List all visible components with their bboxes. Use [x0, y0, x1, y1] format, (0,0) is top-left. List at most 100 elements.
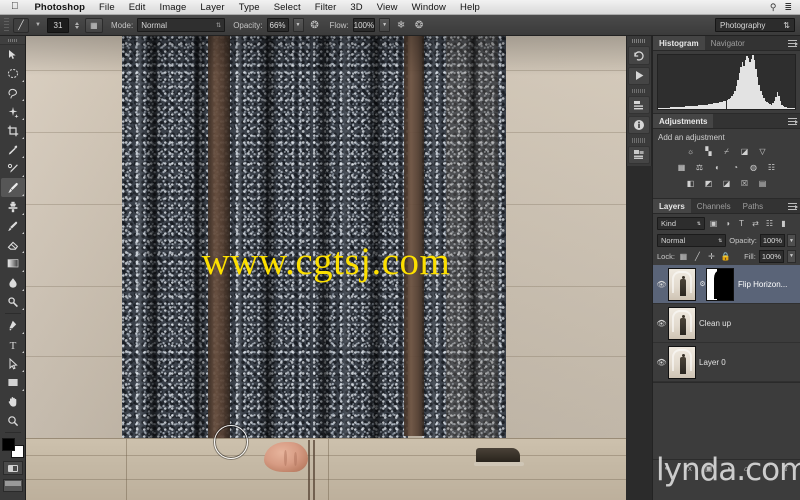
new-layer-icon[interactable]: ⤢	[763, 463, 769, 473]
brightness-contrast-adjustment-icon[interactable]: ☼	[683, 145, 698, 158]
menu-item-edit[interactable]: Edit	[122, 2, 153, 13]
color-swatches[interactable]	[1, 438, 24, 458]
filter-adjustment-icon[interactable]: ◑	[722, 217, 733, 230]
spot-healing-brush-tool[interactable]	[1, 159, 25, 178]
histogram-panel-menu-icon[interactable]	[788, 40, 798, 48]
clone-source-panel-icon[interactable]	[628, 145, 650, 164]
layer-fill-chevron-down-icon[interactable]: ▼	[787, 249, 796, 263]
curves-adjustment-icon[interactable]: ⌿	[719, 145, 734, 158]
eyedropper-tool[interactable]	[1, 140, 25, 159]
tab-paths[interactable]: Paths	[736, 199, 770, 213]
path-selection-tool[interactable]	[1, 354, 25, 373]
layer-thumbnail[interactable]	[668, 345, 696, 379]
layer-visibility-icon[interactable]: 👁	[655, 319, 668, 328]
filter-pixel-icon[interactable]: ▣	[708, 217, 719, 230]
brush-panel-icon[interactable]: ▦	[84, 17, 103, 33]
menu-item-type[interactable]: Type	[232, 2, 267, 13]
menu-item-window[interactable]: Window	[405, 2, 453, 13]
layer-name[interactable]: Clean up	[699, 319, 731, 328]
options-bar-grip[interactable]	[4, 17, 9, 33]
tab-navigator[interactable]: Navigator	[704, 36, 751, 50]
tab-histogram[interactable]: Histogram	[653, 36, 705, 50]
threshold-adjustment-icon[interactable]: ◪	[719, 177, 734, 190]
move-tool[interactable]	[1, 45, 25, 64]
gradient-map-adjustment-icon[interactable]: ▤	[755, 177, 770, 190]
search-icon[interactable]: ⚲	[770, 2, 785, 13]
flow-input[interactable]: 100%	[352, 18, 376, 32]
rectangle-tool[interactable]	[1, 373, 25, 392]
color-lookup-adjustment-icon[interactable]: ☷	[764, 161, 779, 174]
layer-mask-thumbnail[interactable]	[706, 267, 734, 301]
filter-shape-icon[interactable]: ⇄	[750, 217, 761, 230]
opacity-input[interactable]: 66%	[266, 18, 289, 32]
menu-item-layer[interactable]: Layer	[193, 2, 231, 13]
workspace-select[interactable]: Photography ⇅	[715, 18, 795, 32]
layer-visibility-icon[interactable]: 👁	[655, 280, 668, 289]
screen-mode-toggle[interactable]	[2, 479, 23, 492]
history-brush-tool[interactable]	[1, 216, 25, 235]
filter-smart-object-icon[interactable]: ☷	[764, 217, 775, 230]
brush-size-stepper[interactable]	[73, 21, 81, 29]
layer-name[interactable]: Flip Horizon...	[738, 280, 787, 289]
filter-toggle-icon[interactable]: ▮	[778, 217, 789, 230]
brush-icon[interactable]: ╱	[13, 17, 29, 33]
layer-kind-filter-select[interactable]: Kind ⇅	[657, 217, 705, 230]
toolbar-grip[interactable]	[0, 36, 25, 45]
table-row[interactable]: 👁 Layer 0	[653, 343, 800, 382]
hand-tool[interactable]	[1, 392, 25, 411]
menu-item-photoshop[interactable]: Photoshop	[28, 2, 93, 13]
delete-layer-icon[interactable]: ⇧	[783, 464, 790, 473]
color-balance-adjustment-icon[interactable]: ⚖	[692, 161, 707, 174]
zoom-tool[interactable]	[1, 411, 25, 430]
eraser-tool[interactable]	[1, 235, 25, 254]
layer-mask-link-icon[interactable]: ⚙	[699, 280, 706, 288]
brush-size-input[interactable]: 31	[46, 17, 69, 33]
menu-item-image[interactable]: Image	[153, 2, 194, 13]
layer-fill-input[interactable]: 100%	[758, 249, 784, 263]
channel-mixer-adjustment-icon[interactable]: ◍	[746, 161, 761, 174]
new-group-icon[interactable]: ▱	[744, 464, 750, 473]
menu-item-3d[interactable]: 3D	[343, 2, 369, 13]
tab-layers[interactable]: Layers	[653, 199, 691, 213]
history-panel-icon[interactable]	[628, 46, 650, 65]
levels-adjustment-icon[interactable]: ▚	[701, 145, 716, 158]
quick-selection-tool[interactable]	[1, 102, 25, 121]
layer-thumbnail[interactable]	[668, 306, 696, 340]
layers-panel-menu-icon[interactable]	[788, 203, 798, 211]
pressure-opacity-icon[interactable]: ❂	[308, 18, 322, 32]
black-white-adjustment-icon[interactable]: ◐	[710, 161, 725, 174]
blend-mode-select[interactable]: Normal ⇅	[137, 18, 226, 32]
add-layer-mask-icon[interactable]: ▣	[705, 464, 713, 473]
invert-adjustment-icon[interactable]: ◧	[683, 177, 698, 190]
marquee-tool[interactable]	[1, 64, 25, 83]
new-fill-adjustment-icon[interactable]: ◑	[726, 464, 731, 473]
lock-transparency-icon[interactable]: ▦	[678, 250, 689, 263]
menu-item-help[interactable]: Help	[453, 2, 487, 13]
tab-channels[interactable]: Channels	[690, 199, 737, 213]
layer-opacity-input[interactable]: 100%	[759, 234, 785, 247]
hue-saturation-adjustment-icon[interactable]: ▦	[674, 161, 689, 174]
brush-presets-panel-icon[interactable]	[628, 96, 650, 115]
layer-blend-mode-select[interactable]: Normal ⇅	[657, 234, 727, 247]
layer-thumbnail[interactable]	[668, 267, 696, 301]
actions-panel-icon[interactable]	[628, 66, 650, 85]
quick-mask-toggle[interactable]	[2, 461, 23, 475]
opacity-chevron-down-icon[interactable]: ▼	[292, 18, 304, 32]
exposure-adjustment-icon[interactable]: ◪	[737, 145, 752, 158]
filter-type-icon[interactable]: T	[736, 217, 747, 230]
adjustments-panel-menu-icon[interactable]	[788, 118, 798, 126]
posterize-adjustment-icon[interactable]: ◩	[701, 177, 716, 190]
menu-item-file[interactable]: File	[92, 2, 122, 13]
layer-opacity-chevron-down-icon[interactable]: ▼	[787, 234, 796, 247]
type-tool[interactable]: T	[1, 335, 25, 354]
blur-tool[interactable]	[1, 273, 25, 292]
layer-name[interactable]: Layer 0	[699, 358, 726, 367]
menu-item-filter[interactable]: Filter	[308, 2, 344, 13]
apple-logo-icon[interactable]: 	[0, 2, 28, 12]
lasso-tool[interactable]	[1, 83, 25, 102]
clone-stamp-tool[interactable]	[1, 197, 25, 216]
layer-style-icon[interactable]: ƒx	[683, 464, 691, 473]
selective-color-adjustment-icon[interactable]: ☒	[737, 177, 752, 190]
menu-item-select[interactable]: Select	[267, 2, 308, 13]
list-icon[interactable]: ≣	[784, 2, 800, 13]
